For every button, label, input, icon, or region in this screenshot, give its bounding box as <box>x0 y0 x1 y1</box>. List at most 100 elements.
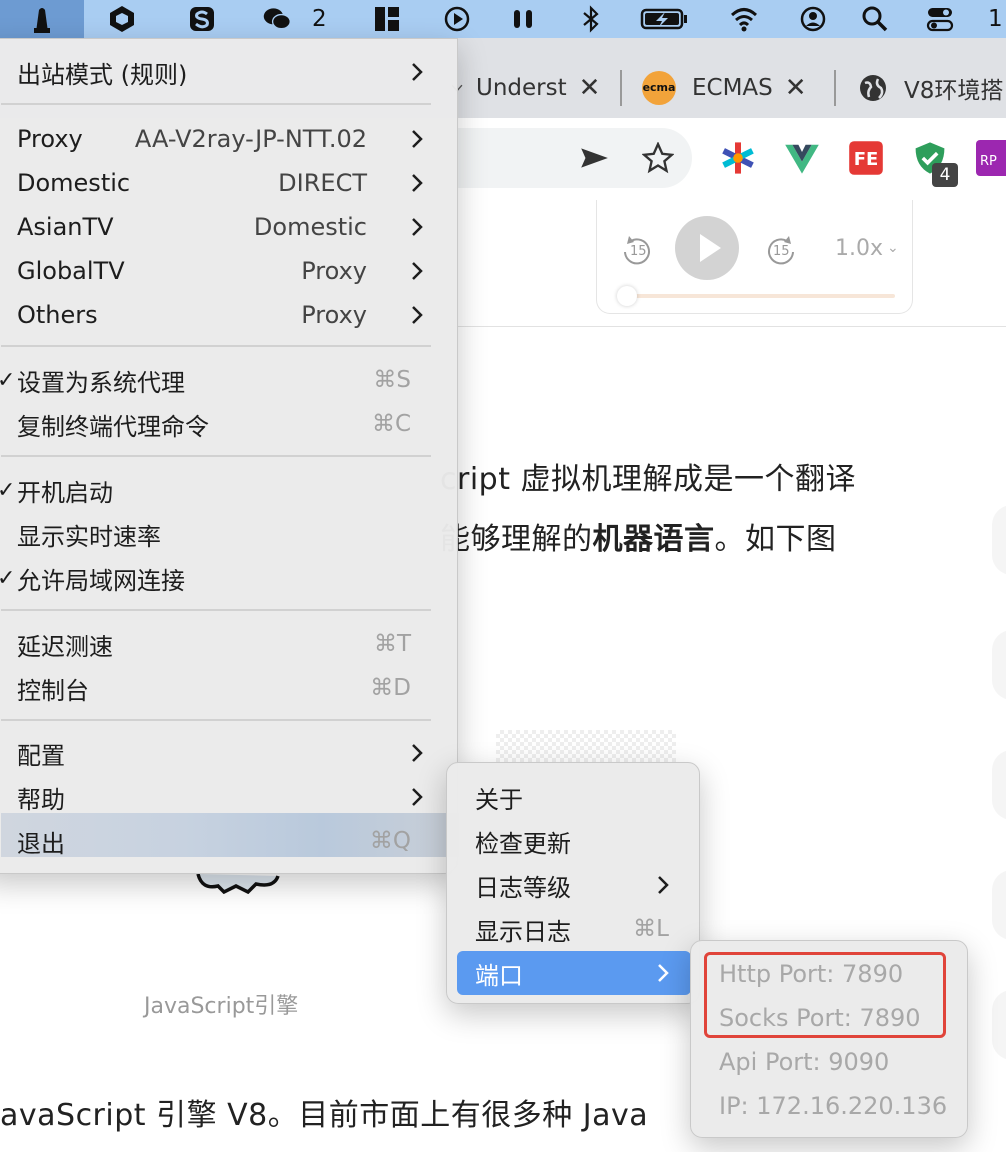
user-account-icon[interactable] <box>796 0 830 38</box>
menu-item-label: 显示日志 <box>475 917 571 946</box>
chevron-right-icon <box>412 130 423 148</box>
menu-item-proxy-group-domestic[interactable]: Domestic DIRECT <box>1 161 439 205</box>
menu-item-ports[interactable]: 端口 <box>447 951 701 995</box>
help-submenu: 关于 检查更新 日志等级 显示日志 ⌘L 端口 <box>446 762 700 1004</box>
side-action-button[interactable] <box>992 750 1006 820</box>
menu-item-label: 开机启动 <box>17 478 113 507</box>
menu-item-outbound-mode[interactable]: 出站模式 (规则) <box>1 50 439 94</box>
menu-item-shortcut: ⌘Q <box>369 828 411 854</box>
checkmark-icon: ✓ <box>0 565 16 591</box>
vue-devtools-icon[interactable] <box>784 140 820 176</box>
fehelper-icon[interactable]: FE <box>848 140 884 176</box>
wifi-icon[interactable] <box>724 0 764 38</box>
send-icon[interactable] <box>578 142 610 174</box>
progress-track[interactable] <box>625 294 895 298</box>
menu-item-proxy-group-globaltv[interactable]: GlobalTV Proxy <box>1 249 439 293</box>
side-action-button[interactable] <box>992 870 1006 940</box>
rp-extension-icon[interactable]: RP <box>976 140 1006 176</box>
proxy-group-name: Domestic <box>17 169 131 197</box>
side-action-button[interactable] <box>992 630 1006 700</box>
menu-item-launch-at-login[interactable]: ✓ 开机启动 <box>0 468 439 512</box>
menu-item-allow-lan[interactable]: ✓ 允许局域网连接 <box>0 556 439 600</box>
bookmark-star-icon[interactable] <box>642 142 674 174</box>
menu-item-about[interactable]: 关于 <box>447 775 701 819</box>
tab-title: Underst <box>476 75 567 101</box>
browser-tab[interactable]: Underst ✕ <box>450 58 610 118</box>
spotlight-search-icon[interactable] <box>858 0 892 38</box>
sogou-input-icon[interactable] <box>184 0 220 38</box>
play-button[interactable] <box>675 216 739 280</box>
rp-extension-label: RP <box>976 140 1006 176</box>
article-paragraph-line: 能够理解的机器语言。如下图 <box>440 514 837 558</box>
side-action-button[interactable] <box>992 505 1006 575</box>
menu-item-check-update[interactable]: 检查更新 <box>447 819 701 863</box>
checkmark-icon: ✓ <box>0 477 16 503</box>
tab-separator <box>834 70 836 106</box>
menu-separator <box>1 345 431 347</box>
control-center-icon[interactable] <box>920 0 960 38</box>
chevron-right-icon <box>412 306 423 324</box>
menu-item-shortcut: ⌘S <box>373 367 411 393</box>
battery-charging-icon[interactable] <box>636 0 692 38</box>
chevron-right-icon <box>412 262 423 280</box>
browser-tab[interactable]: ecma ECMAS ✕ <box>642 58 822 118</box>
menu-item-label: 退出 <box>17 829 65 858</box>
tab-separator <box>620 70 622 106</box>
rewind-15-icon[interactable]: 15 <box>617 232 657 272</box>
extension-badge: 4 <box>932 163 958 187</box>
chevron-right-icon <box>412 744 423 762</box>
colorful-star-extension-icon[interactable] <box>720 140 756 176</box>
tab-close-icon[interactable]: ✕ <box>785 73 807 103</box>
article-text: 能够理解的 <box>440 522 593 557</box>
menu-item-proxy-group-asiantv[interactable]: AsianTV Domestic <box>1 205 439 249</box>
chevron-right-icon <box>412 218 423 236</box>
bluetooth-icon[interactable] <box>574 0 608 38</box>
menu-item-proxy-group-others[interactable]: Others Proxy <box>1 293 439 337</box>
chevron-right-icon <box>412 788 423 806</box>
airpods-icon[interactable] <box>506 0 540 38</box>
menu-item-latency-test[interactable]: 延迟测速 ⌘T <box>1 622 439 666</box>
clashx-status-item[interactable] <box>0 0 84 38</box>
menu-item-copy-terminal-command[interactable]: 复制终端代理命令 ⌘C <box>1 402 439 446</box>
browser-tab[interactable]: V8环境搭 <box>858 58 1006 118</box>
chevron-right-icon <box>658 964 669 982</box>
article-paragraph-line: avaScript 引擎 V8。目前市面上有很多种 Java <box>0 1098 649 1133</box>
menu-item-show-log[interactable]: 显示日志 ⌘L <box>447 907 701 951</box>
wechat-icon[interactable] <box>256 0 298 38</box>
proxy-group-name: Proxy <box>17 125 83 153</box>
proxy-group-name: GlobalTV <box>17 257 125 285</box>
menu-item-quit[interactable]: 退出 ⌘Q <box>1 819 439 863</box>
menu-item-config[interactable]: 配置 <box>1 731 439 775</box>
menu-item-show-speed[interactable]: 显示实时速率 <box>1 512 439 556</box>
layout-app-icon[interactable] <box>370 0 404 38</box>
forward-label: 15 <box>773 244 790 259</box>
svg-text:FE: FE <box>854 149 879 170</box>
menu-item-help[interactable]: 帮助 <box>1 775 439 819</box>
menu-item-log-level[interactable]: 日志等级 <box>447 863 701 907</box>
figure-caption: JavaScript引擎 <box>144 994 299 1019</box>
menu-item-api-port: Api Port: 9090 <box>691 1040 969 1084</box>
proxy-group-selection: Domestic <box>253 213 367 241</box>
checkmark-icon: ✓ <box>0 367 16 393</box>
play-circle-icon[interactable] <box>440 0 474 38</box>
tab-title: ECMAS <box>692 75 773 101</box>
menu-item-label: 配置 <box>17 741 65 770</box>
playback-speed[interactable]: 1.0x <box>835 236 883 261</box>
menu-item-dashboard[interactable]: 控制台 ⌘D <box>1 666 439 710</box>
side-action-button[interactable] <box>992 990 1006 1060</box>
ecma-favicon: ecma <box>642 71 676 105</box>
forward-15-icon[interactable]: 15 <box>761 232 801 272</box>
macos-menubar: 2 1 <box>0 0 1006 38</box>
proxy-group-name: AsianTV <box>17 213 114 241</box>
menu-item-shortcut: ⌘C <box>371 411 411 437</box>
menu-item-set-system-proxy[interactable]: ✓ 设置为系统代理 ⌘S <box>0 358 439 402</box>
hexagon-app-icon[interactable] <box>104 0 140 38</box>
proxy-group-name: Others <box>17 301 98 329</box>
progress-handle[interactable] <box>617 286 637 306</box>
menu-item-proxy-group-proxy[interactable]: Proxy AA-V2ray-JP-NTT.02 <box>1 117 439 161</box>
menu-item-label: 帮助 <box>17 785 65 814</box>
tab-close-icon[interactable]: ✕ <box>579 73 601 103</box>
menu-item-label: 端口 <box>475 961 523 990</box>
proxy-group-selection: Proxy <box>301 301 367 329</box>
article-text: 。如下图 <box>714 522 837 557</box>
